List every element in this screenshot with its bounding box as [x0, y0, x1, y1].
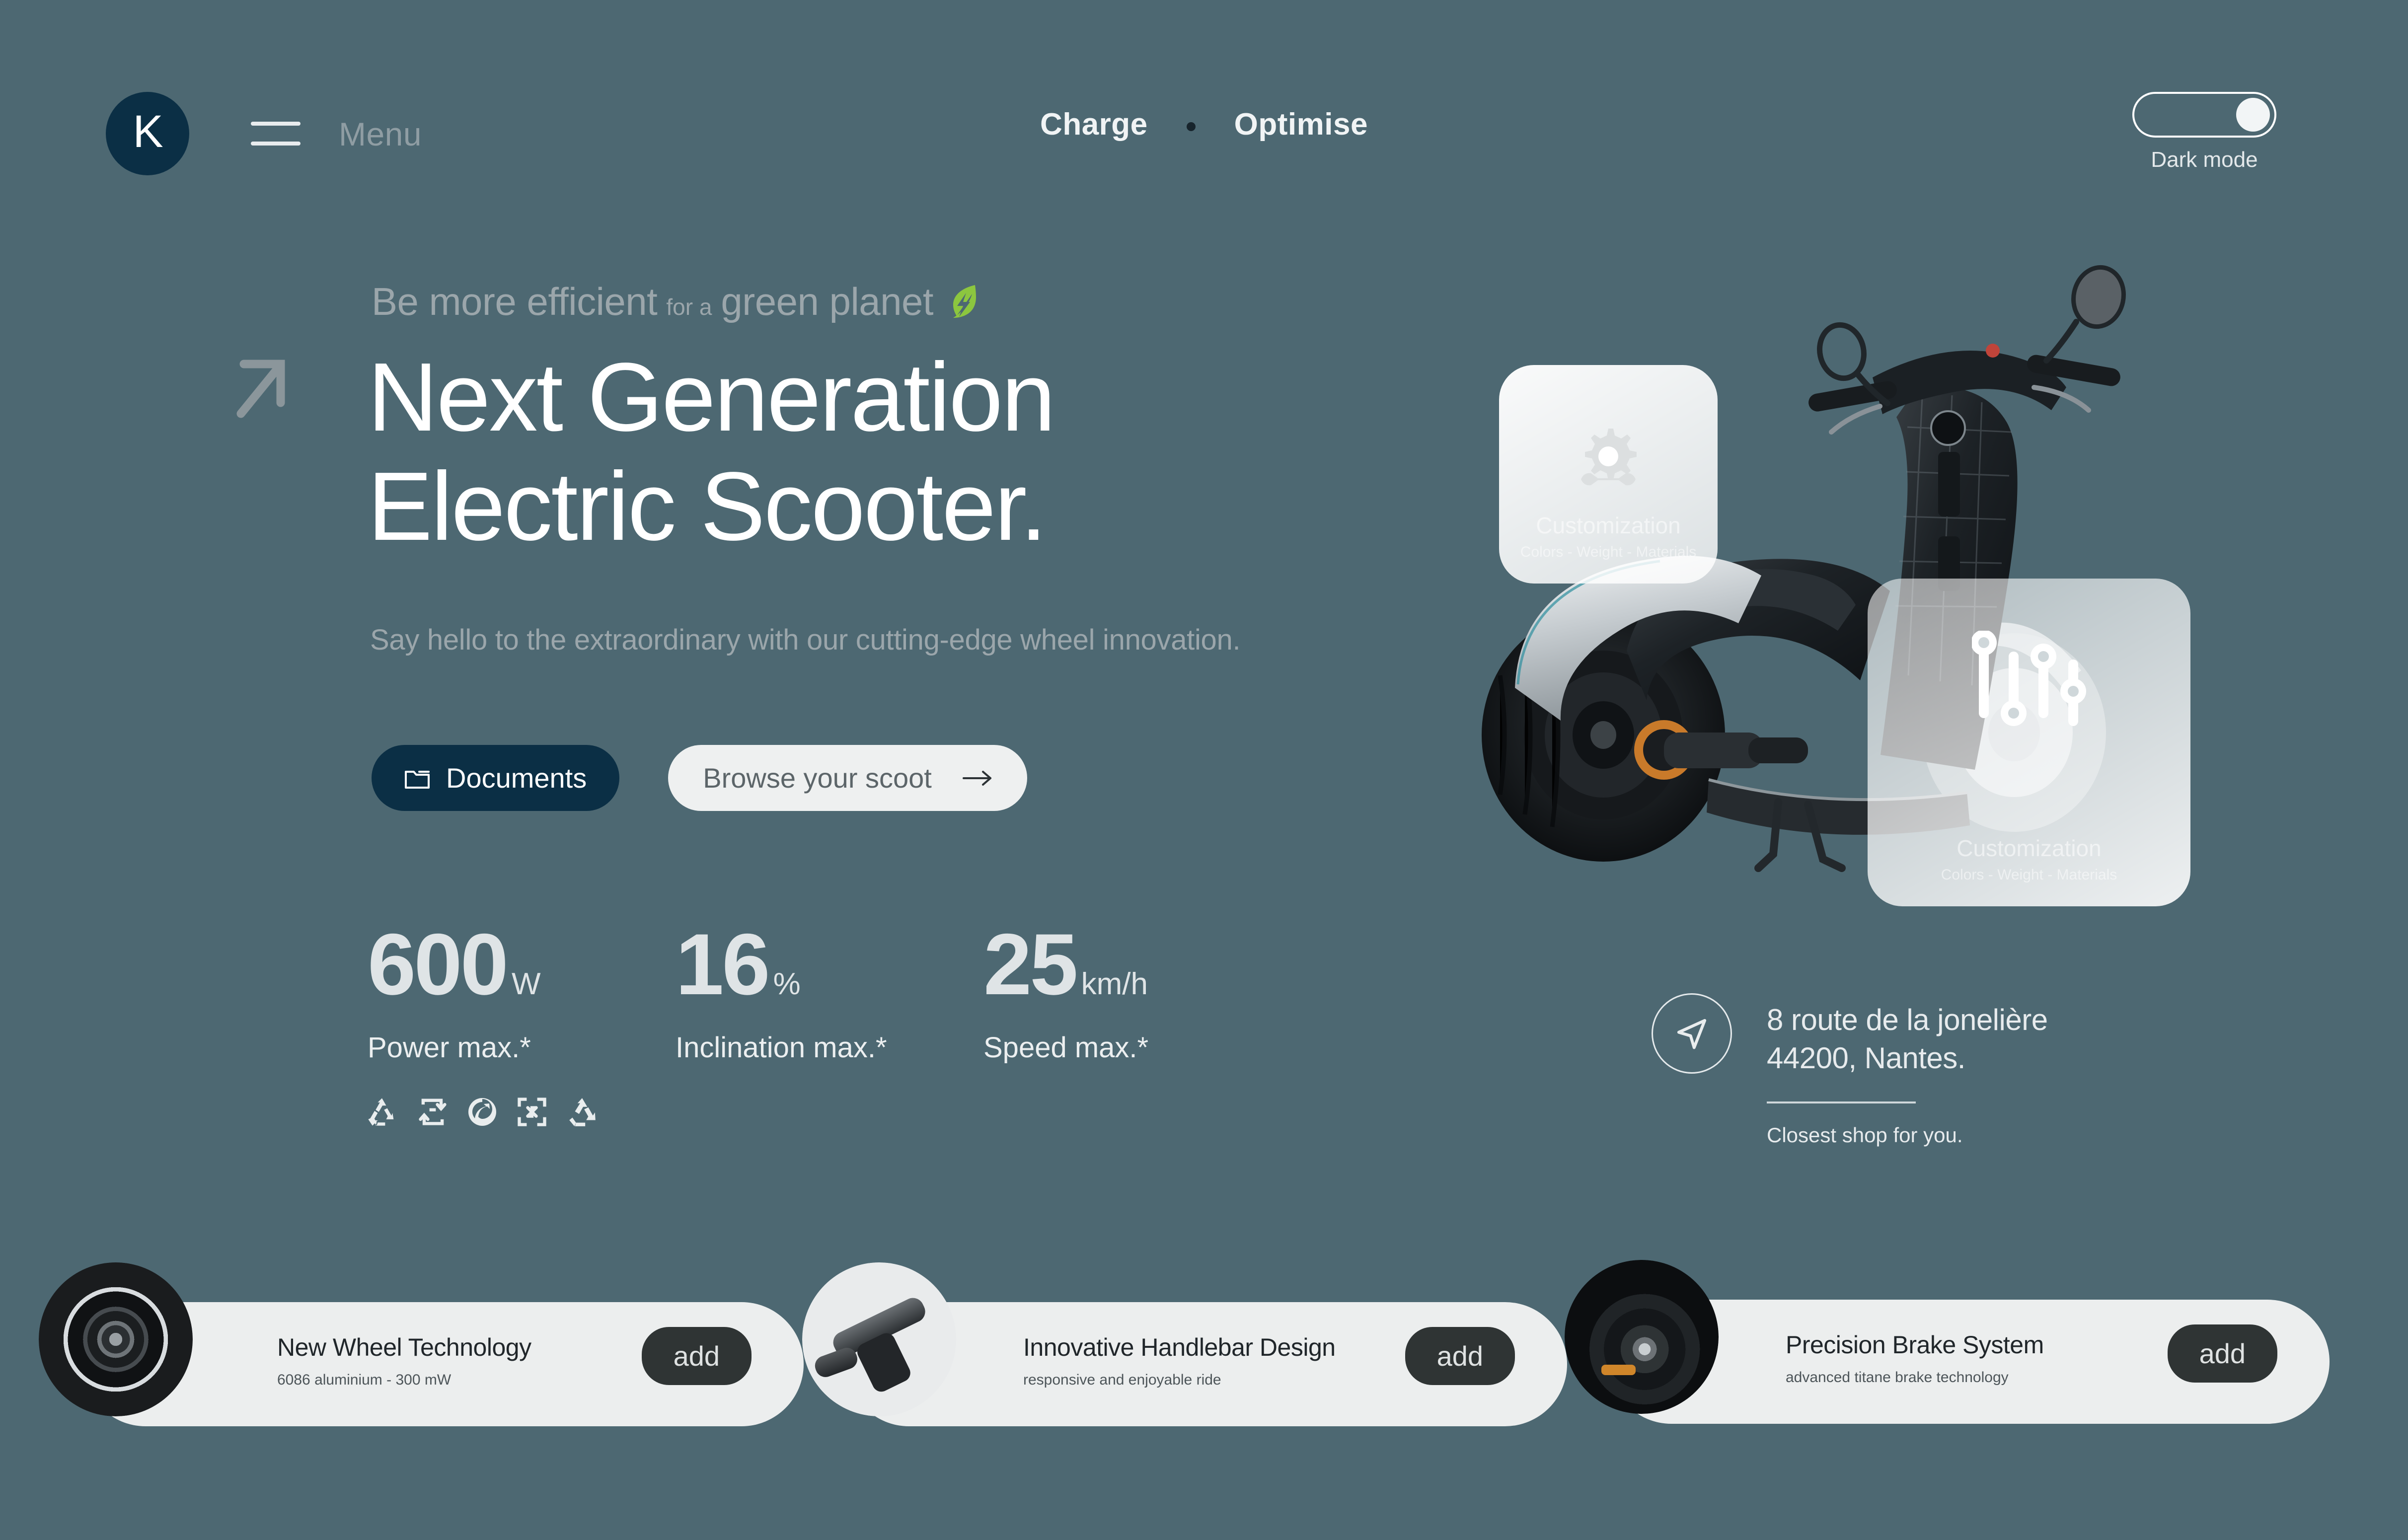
stat-speed-unit: km/h: [1081, 967, 1148, 1001]
customization-card-gear[interactable]: Customization Colors - Weight - Material…: [1499, 365, 1718, 584]
add-brake-label: add: [2199, 1338, 2246, 1369]
product-card-handlebar[interactable]: Innovative Handlebar Design responsive a…: [802, 1262, 1567, 1426]
stat-inclination-unit: %: [773, 967, 801, 1001]
add-handlebar-button[interactable]: add: [1405, 1327, 1515, 1385]
closest-shop-caption: Closest shop for you.: [1767, 1123, 1963, 1147]
stat-power-value: 600 W: [368, 921, 676, 1008]
primary-nav: Charge Optimise: [0, 107, 2408, 142]
customization-card2-title: Customization: [1956, 835, 2102, 861]
brake-desc: advanced titane brake technology: [1786, 1369, 2009, 1386]
customization-card-subtitle: Colors - Weight - Materials: [1520, 544, 1697, 560]
spec-stats: 600 W Power max.* 16 % Inclination max.*…: [368, 921, 1291, 1064]
closest-shop-block: 8 route de la jonelière 44200, Nantes. C…: [1652, 993, 2048, 1147]
dark-mode-toggle[interactable]: [2132, 92, 2276, 138]
nav-link-charge[interactable]: Charge: [1040, 107, 1148, 142]
product-card-list: New Wheel Technology 6086 aluminium - 30…: [0, 1260, 2408, 1516]
stat-power-unit: W: [511, 967, 541, 1001]
handlebar-thumbnail: [802, 1262, 956, 1416]
address-divider: [1767, 1101, 1916, 1103]
stat-inclination-value: 16 %: [676, 921, 983, 1008]
handlebar-image: [802, 1262, 956, 1416]
stat-inclination: 16 % Inclination max.*: [676, 921, 983, 1064]
stat-speed: 25 km/h Speed max.*: [983, 921, 1291, 1064]
wheel-title: New Wheel Technology: [277, 1333, 531, 1361]
product-card-wheel[interactable]: New Wheel Technology 6086 aluminium - 30…: [39, 1262, 804, 1426]
brake-thumbnail: [1565, 1260, 1719, 1414]
brake-caliper-highlight: [1601, 1364, 1636, 1376]
folder-icon: [404, 767, 430, 790]
recycle-box-arrows-icon: [515, 1095, 549, 1129]
landing-page: K Menu Charge Optimise Dark mode Be more…: [0, 0, 2408, 1540]
address-line-2: 44200, Nantes.: [1767, 1041, 1965, 1075]
stat-power-label: Power max.*: [368, 1031, 531, 1064]
stat-speed-label: Speed max.*: [983, 1031, 1149, 1064]
add-handlebar-label: add: [1436, 1340, 1483, 1372]
product-card-brake[interactable]: Precision Brake System advanced titane b…: [1565, 1260, 2330, 1424]
add-brake-button[interactable]: add: [2167, 1324, 2277, 1383]
recycle-square-loop-icon: [416, 1095, 450, 1129]
eyebrow-part1: Be more efficient: [372, 280, 658, 323]
handlebar-desc: responsive and enjoyable ride: [1023, 1372, 1221, 1388]
eco-certification-icons: [365, 1095, 599, 1129]
documents-button[interactable]: Documents: [372, 745, 620, 811]
eyebrow-small: for a: [666, 294, 712, 320]
stat-inclination-number: 16: [676, 916, 770, 1013]
shop-address: 8 route de la jonelière 44200, Nantes. C…: [1767, 993, 2048, 1147]
gear-wrench-icon: [1571, 420, 1646, 499]
stat-inclination-label: Inclination max.*: [676, 1031, 887, 1064]
toggle-knob: [2236, 98, 2270, 132]
stat-speed-number: 25: [983, 916, 1078, 1013]
leaf-bolt-icon: [946, 283, 977, 320]
add-wheel-button[interactable]: add: [641, 1327, 752, 1385]
site-header: K Menu Charge Optimise Dark mode: [0, 0, 2408, 214]
arrow-right-icon: [962, 770, 992, 787]
customization-card2-subtitle: Colors - Weight - Materials: [1941, 866, 2117, 883]
stat-speed-value: 25 km/h: [983, 921, 1291, 1008]
customization-card-title: Customization: [1536, 513, 1681, 538]
browse-scoot-button[interactable]: Browse your scoot: [668, 745, 1027, 811]
brake-image: [1565, 1260, 1719, 1414]
headline-line-2: Electric Scooter.: [368, 451, 1047, 561]
navigation-arrow-icon[interactable]: [1652, 993, 1732, 1074]
handlebar-title: Innovative Handlebar Design: [1023, 1333, 1336, 1361]
page-title: Next Generation Electric Scooter.: [368, 343, 1055, 561]
handlebar-info: Innovative Handlebar Design responsive a…: [1023, 1333, 1336, 1389]
nav-link-optimise[interactable]: Optimise: [1234, 107, 1368, 142]
brake-title: Precision Brake System: [1786, 1331, 2044, 1359]
hamburger-bar-bottom: [251, 142, 301, 146]
dark-mode-label: Dark mode: [2151, 147, 2258, 172]
headline-line-1: Next Generation: [368, 343, 1055, 451]
browse-scoot-label: Browse your scoot: [703, 762, 932, 794]
brake-info: Precision Brake System advanced titane b…: [1786, 1330, 2044, 1386]
sliders-icon: [1972, 631, 2086, 730]
recycle-triangle-icon: [365, 1095, 399, 1129]
hero-eyebrow: Be more efficient for a green planet: [372, 278, 977, 324]
stat-power-number: 600: [368, 916, 509, 1013]
cta-group: Documents Browse your scoot: [372, 745, 1027, 811]
recycle-mobius-icon: [566, 1096, 599, 1128]
eyebrow-part2: green planet: [721, 280, 934, 323]
wheel-info: New Wheel Technology 6086 aluminium - 30…: [277, 1333, 531, 1389]
dark-mode-control: Dark mode: [2132, 92, 2276, 172]
nav-separator-dot: [1186, 122, 1196, 131]
wheel-desc: 6086 aluminium - 300 mW: [277, 1372, 452, 1388]
recycle-circle-arrow-icon: [466, 1096, 498, 1128]
wheel-thumbnail: [39, 1262, 193, 1416]
documents-button-label: Documents: [446, 762, 587, 794]
arrow-up-right-icon: [226, 355, 291, 420]
customization-card-sliders[interactable]: Customization Colors - Weight - Material…: [1868, 579, 2190, 906]
add-wheel-label: add: [673, 1340, 720, 1372]
hero-subtitle: Say hello to the extraordinary with our …: [370, 624, 1241, 656]
address-line-1: 8 route de la jonelière: [1767, 1003, 2048, 1036]
wheel-image: [39, 1262, 193, 1416]
stat-power: 600 W Power max.*: [368, 921, 676, 1064]
